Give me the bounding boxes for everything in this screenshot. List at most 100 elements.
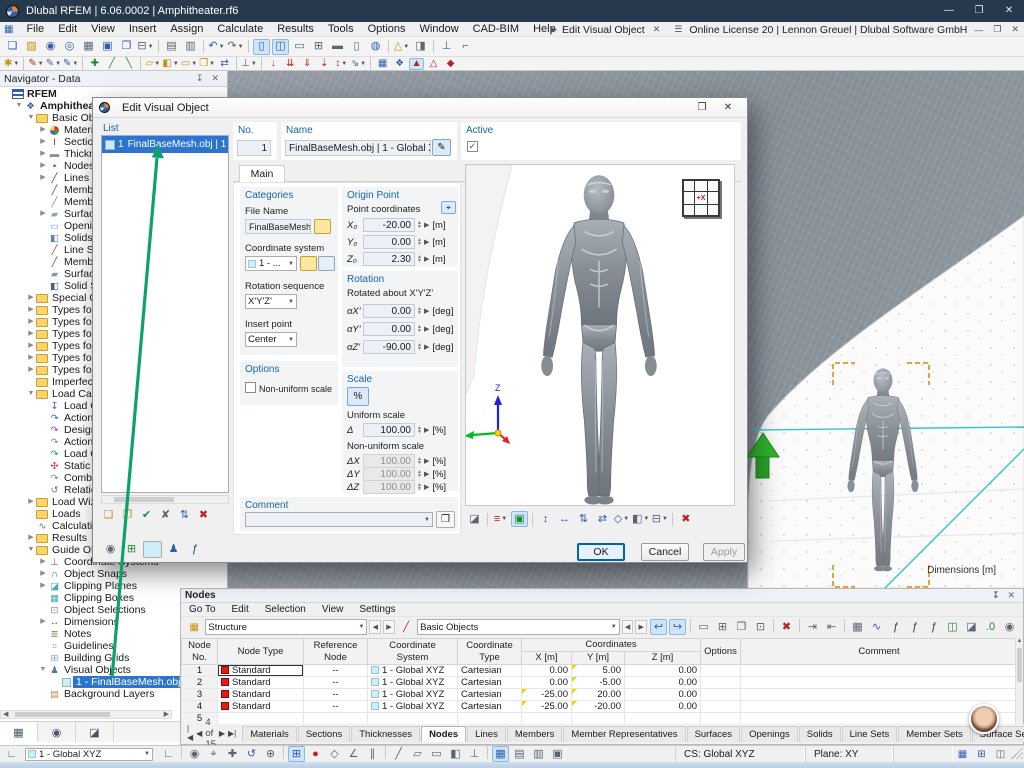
- sync-selection-icon[interactable]: ↩: [650, 619, 667, 635]
- table-tab-member-sets[interactable]: Member Sets: [898, 726, 971, 742]
- structure-combo[interactable]: Structure ▼: [205, 619, 368, 635]
- tree-expander-icon[interactable]: ▶: [38, 208, 48, 220]
- table-tab-lines[interactable]: Lines: [467, 726, 506, 742]
- tree-expander-icon[interactable]: ▶: [38, 580, 48, 592]
- view-cube[interactable]: +X: [682, 179, 720, 217]
- undo-icon[interactable]: ↶ ▼: [208, 39, 225, 55]
- isometric-view-icon[interactable]: ◇ ▼: [613, 511, 630, 527]
- snap-grid-icon[interactable]: ⊞: [288, 746, 305, 762]
- print-graphic-icon[interactable]: ⊟ ▼: [651, 511, 668, 527]
- spinner-icon[interactable]: ▲ ▼: [417, 470, 422, 479]
- cell-reference-node[interactable]: [303, 712, 368, 725]
- spinner-icon[interactable]: ▲ ▼: [417, 238, 422, 247]
- table-tab-openings[interactable]: Openings: [741, 726, 798, 742]
- dlubal-center-icon[interactable]: ◉: [42, 39, 59, 55]
- coordinate-system-combo[interactable]: 1 - ... ▼: [245, 256, 297, 271]
- object-preview-window[interactable]: Z Y +X: [465, 164, 735, 506]
- support-new-icon[interactable]: ⊥ ▼: [241, 58, 257, 70]
- spinner-icon[interactable]: ▲ ▼: [417, 325, 422, 334]
- list-copy-icon[interactable]: ❐: [119, 507, 136, 523]
- units-icon[interactable]: ▥: [530, 746, 547, 762]
- new-line-icon[interactable]: ╱: [104, 58, 119, 70]
- cell-coordinate-type[interactable]: Cartesian: [457, 676, 522, 689]
- menu-view[interactable]: View: [84, 23, 122, 35]
- next-table-button[interactable]: ▶: [219, 729, 225, 738]
- ok-button[interactable]: OK: [577, 543, 625, 561]
- dialog-maximize-button[interactable]: ❐: [689, 102, 715, 113]
- row-fill-icon[interactable]: ⊡: [752, 619, 769, 635]
- grid-toggle-icon[interactable]: ▦: [953, 746, 972, 763]
- new-csys-icon[interactable]: [300, 256, 317, 271]
- detail-arrow-icon[interactable]: ▶: [424, 483, 429, 491]
- menu-calculate[interactable]: Calculate: [210, 23, 270, 35]
- model-settings-icon[interactable]: ◎: [61, 39, 78, 55]
- fx-add-icon[interactable]: ƒ: [925, 619, 942, 635]
- show-results-icon[interactable]: ▲: [409, 57, 425, 70]
- camera-table-icon[interactable]: ◪: [963, 619, 980, 635]
- last-table-button[interactable]: ▶|: [228, 729, 236, 738]
- tree-expander-icon[interactable]: ▶: [26, 328, 36, 340]
- first-table-button[interactable]: |◀: [187, 724, 193, 742]
- table-tab-nodes[interactable]: Nodes: [421, 726, 467, 742]
- cell-x[interactable]: [521, 712, 572, 725]
- new-opening-icon[interactable]: ▭ ▼: [181, 58, 197, 70]
- tree-expander-icon[interactable]: ▶: [26, 532, 36, 544]
- results-members-icon[interactable]: △: [426, 58, 441, 70]
- cell-y[interactable]: 20.00: [571, 688, 625, 701]
- table-tab-members[interactable]: Members: [506, 726, 563, 742]
- imposed-load-icon[interactable]: ↕ ▼: [334, 58, 349, 70]
- layout-toggle-icon[interactable]: ◫: [991, 746, 1010, 763]
- dialog-titlebar[interactable]: Edit Visual Object ❐ ✕: [93, 98, 747, 118]
- cell-comment[interactable]: [740, 664, 1017, 677]
- close-icon[interactable]: ✕: [207, 73, 223, 84]
- search-table-icon[interactable]: ◉: [1001, 619, 1018, 635]
- cell-options[interactable]: [700, 688, 742, 701]
- nonuniform-scale-checkbox[interactable]: [245, 382, 256, 393]
- dock-tables-icon[interactable]: ▬: [329, 39, 346, 55]
- select-mode-icon[interactable]: ◉: [186, 746, 203, 762]
- printout-report-icon[interactable]: ▤: [163, 39, 180, 55]
- detail-arrow-icon[interactable]: ▶: [424, 221, 429, 229]
- cell-z[interactable]: 0.00: [623, 676, 702, 689]
- apply-button[interactable]: Apply: [703, 543, 745, 561]
- list-delete-icon[interactable]: ✖: [195, 507, 212, 523]
- import-table-icon[interactable]: ⇤: [823, 619, 840, 635]
- delete-row-icon[interactable]: ✖: [778, 619, 795, 635]
- detail-arrow-icon[interactable]: ▶: [424, 255, 429, 263]
- free-load-icon[interactable]: ⇣: [317, 58, 332, 70]
- tree-expander-icon[interactable]: ▶: [26, 340, 36, 352]
- cell-x[interactable]: -25.00: [521, 688, 572, 701]
- navigator-tab-views[interactable]: ◪: [76, 722, 114, 742]
- edit-name-button[interactable]: ✎: [432, 139, 451, 156]
- menu-file[interactable]: File: [19, 23, 51, 35]
- pick-mode-icon[interactable]: ⌖: [205, 746, 222, 762]
- list-new-icon[interactable]: ❏: [100, 507, 117, 523]
- navigator-hscrollbar[interactable]: ◀ ▶: [0, 710, 172, 719]
- snap-toggle-icon[interactable]: ⊞: [972, 746, 991, 763]
- close-icon[interactable]: ✕: [1003, 590, 1019, 601]
- view-in-y-icon[interactable]: ↔: [556, 511, 573, 527]
- guideline-icon[interactable]: ╱: [390, 746, 407, 762]
- insert-point-combo[interactable]: Center ▼: [245, 332, 297, 347]
- rotate-view-icon[interactable]: ↺: [243, 746, 260, 762]
- active-document-tab[interactable]: ▶ Edit Visual Object ✕: [547, 24, 667, 36]
- cell-y[interactable]: -20.00: [571, 700, 625, 713]
- decimal-places-icon[interactable]: .0: [982, 619, 999, 635]
- menu-options[interactable]: Options: [361, 23, 413, 35]
- window-vertical-icon[interactable]: ▯: [253, 38, 270, 55]
- cell-reference-node[interactable]: --: [303, 664, 368, 677]
- new-model-icon[interactable]: ❏: [4, 39, 21, 55]
- edit-csys-icon[interactable]: [318, 256, 335, 271]
- basic-objects-combo[interactable]: Basic Objects ▼: [417, 619, 620, 635]
- table-vscrollbar[interactable]: ▲: [1015, 638, 1023, 726]
- fx-check-icon[interactable]: ƒ: [906, 619, 923, 635]
- new-surface-icon[interactable]: ▱ ▼: [145, 58, 161, 70]
- edit-line-tools-icon[interactable]: ✎ ▼: [46, 58, 61, 70]
- cell-node-type[interactable]: Standard: [217, 688, 304, 701]
- shaded-view-icon[interactable]: ▣: [511, 511, 528, 527]
- grid-on-icon[interactable]: ▦: [492, 746, 509, 762]
- tree-expander-icon[interactable]: ▼: [26, 544, 36, 556]
- display-options-icon[interactable]: ≡ ▼: [492, 511, 509, 527]
- cell-node-type[interactable]: Standard: [217, 664, 304, 677]
- cell-coordinate-type[interactable]: [457, 712, 522, 725]
